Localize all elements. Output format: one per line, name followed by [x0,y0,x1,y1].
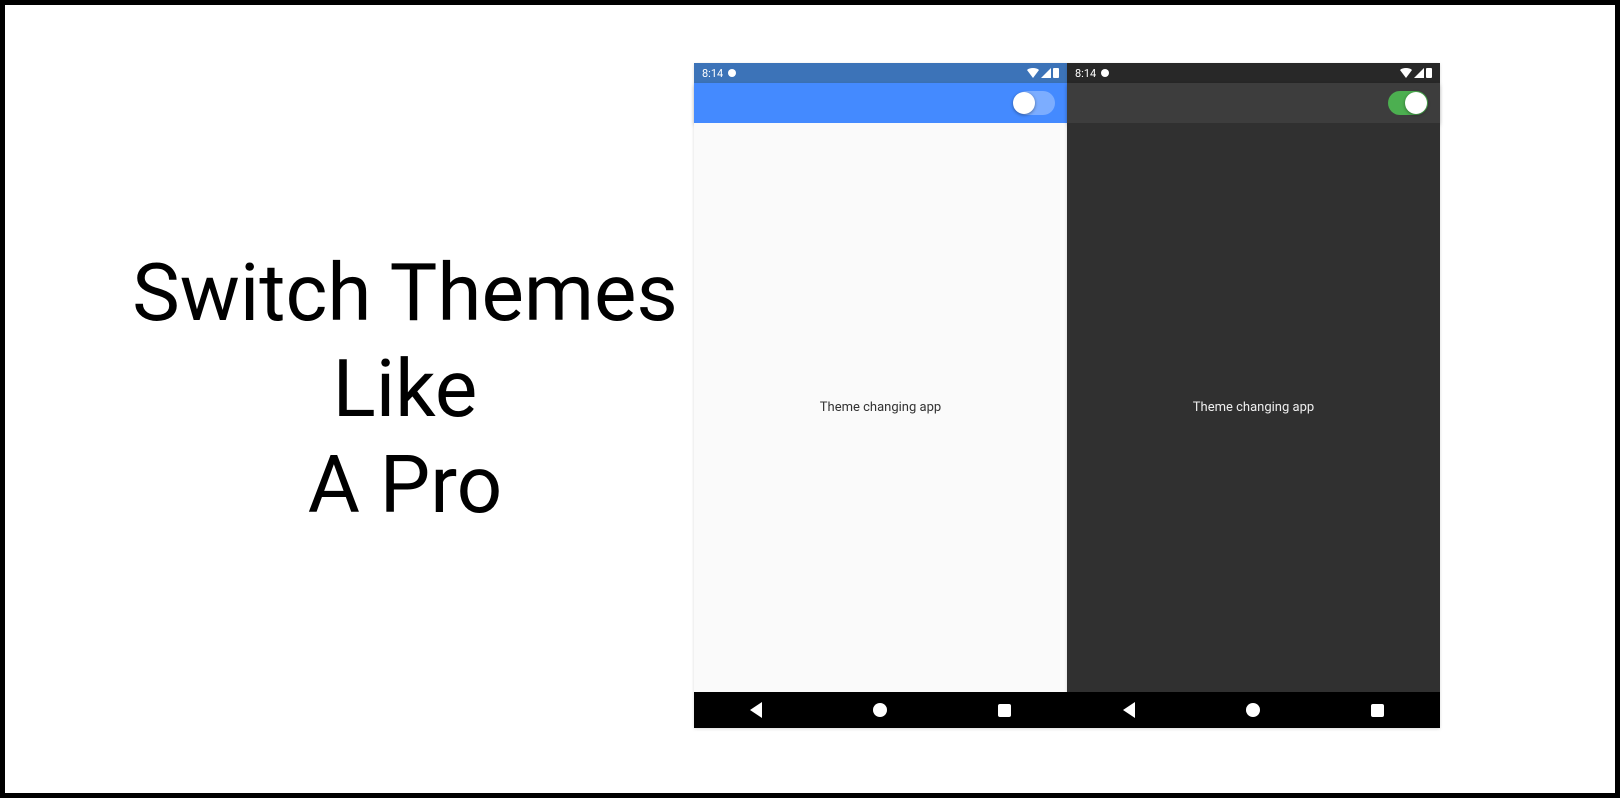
wifi-icon [1027,68,1039,78]
battery-icon [1426,68,1432,78]
nav-recent-button[interactable] [998,704,1011,717]
signal-icon [1041,68,1051,78]
nav-home-button[interactable] [873,703,887,717]
nav-home-button[interactable] [1246,703,1260,717]
signal-icon [1414,68,1424,78]
status-bar-dark: 8:14 [1067,63,1440,83]
status-bar-light: 8:14 [694,63,1067,83]
theme-toggle-switch[interactable] [1015,91,1055,115]
headline-line-2: Like [105,341,705,437]
app-bar-dark [1067,83,1440,123]
status-bar-right [1400,68,1432,78]
status-bar-left: 8:14 [702,67,736,80]
phone-light-theme: 8:14 Theme changing app [694,63,1067,728]
app-body-text: Theme changing app [820,400,941,415]
image-frame: Switch Themes Like A Pro 8:14 [0,0,1620,798]
headline-line-1: Switch Themes [105,245,705,341]
toggle-knob [1013,92,1035,114]
headline: Switch Themes Like A Pro [105,245,705,533]
app-bar-light [694,83,1067,123]
debug-icon [1101,69,1109,77]
nav-back-button[interactable] [1123,702,1135,718]
home-icon [873,703,887,717]
phone-screenshots-container: 8:14 Theme changing app [694,63,1440,728]
nav-back-button[interactable] [750,702,762,718]
status-time: 8:14 [1075,67,1096,80]
back-icon [1123,702,1135,718]
navigation-bar [1067,692,1440,728]
status-bar-right [1027,68,1059,78]
nav-recent-button[interactable] [1371,704,1384,717]
wifi-icon [1400,68,1412,78]
debug-icon [728,69,736,77]
app-body-light: Theme changing app [694,123,1067,692]
theme-toggle-switch[interactable] [1388,91,1428,115]
status-bar-left: 8:14 [1075,67,1109,80]
recent-icon [1371,704,1384,717]
phone-dark-theme: 8:14 Theme changing app [1067,63,1440,728]
status-time: 8:14 [702,67,723,80]
back-icon [750,702,762,718]
toggle-knob [1405,92,1427,114]
headline-line-3: A Pro [105,437,705,533]
app-body-dark: Theme changing app [1067,123,1440,692]
app-body-text: Theme changing app [1193,400,1314,415]
battery-icon [1053,68,1059,78]
navigation-bar [694,692,1067,728]
recent-icon [998,704,1011,717]
home-icon [1246,703,1260,717]
